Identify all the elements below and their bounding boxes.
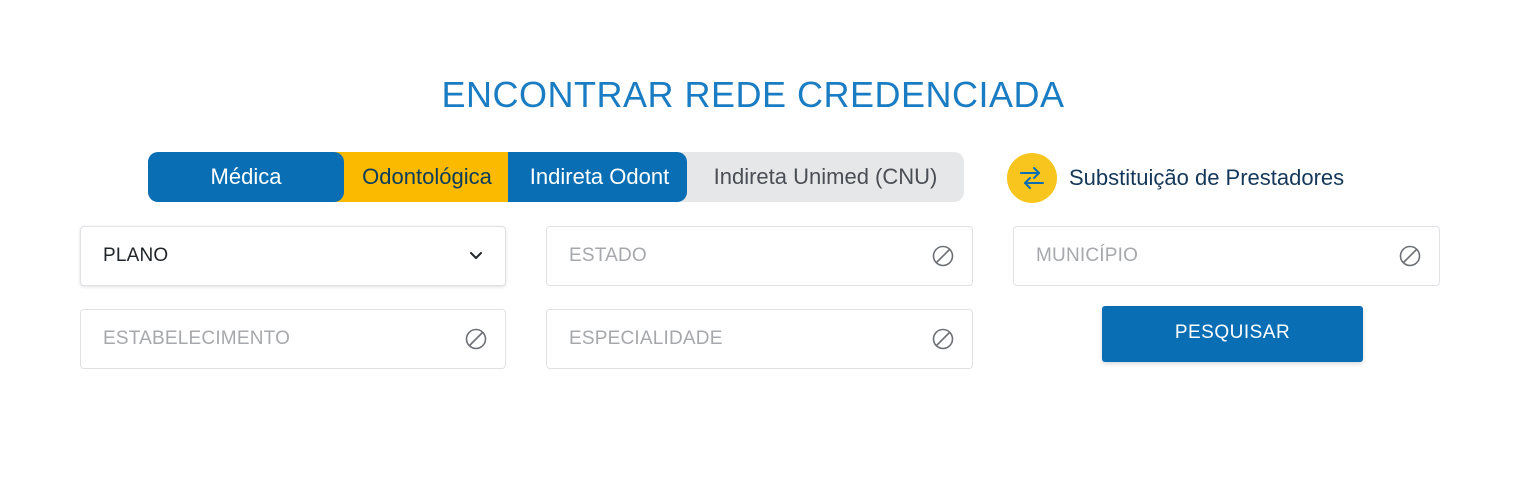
plano-select-value: PLANO [103, 245, 169, 266]
estabelecimento-field[interactable]: ESTABELECIMENTO [80, 309, 506, 369]
swap-arrows-icon [1007, 153, 1057, 203]
municipio-placeholder: MUNICÍPIO [1036, 245, 1139, 266]
network-type-tabs: Indireta Unimed (CNU) Odontológica Indir… [148, 152, 964, 202]
disabled-icon [932, 245, 954, 267]
page-title: ENCONTRAR REDE CREDENCIADA [441, 74, 1065, 115]
plano-select[interactable]: PLANO [80, 226, 506, 286]
chevron-down-icon [465, 245, 487, 267]
pesquisar-button[interactable]: PESQUISAR [1102, 306, 1363, 362]
disabled-icon [1399, 245, 1421, 267]
especialidade-field[interactable]: ESPECIALIDADE [546, 309, 973, 369]
disabled-icon [932, 328, 954, 350]
municipio-field[interactable]: MUNICÍPIO [1013, 226, 1440, 286]
substituicao-prestadores-link[interactable]: Substituição de Prestadores [1007, 153, 1344, 203]
tab-indireta-odont[interactable]: Indireta Odont [508, 152, 687, 202]
estado-field[interactable]: ESTADO [546, 226, 973, 286]
tab-odontologica[interactable]: Odontológica [328, 152, 518, 202]
disabled-icon [465, 328, 487, 350]
tab-indireta-unimed-cnu[interactable]: Indireta Unimed (CNU) [687, 152, 964, 202]
especialidade-placeholder: ESPECIALIDADE [569, 328, 723, 349]
estabelecimento-placeholder: ESTABELECIMENTO [103, 328, 291, 349]
substituicao-label: Substituição de Prestadores [1069, 165, 1345, 190]
tab-medica[interactable]: Médica [148, 152, 344, 202]
estado-placeholder: ESTADO [569, 245, 647, 266]
